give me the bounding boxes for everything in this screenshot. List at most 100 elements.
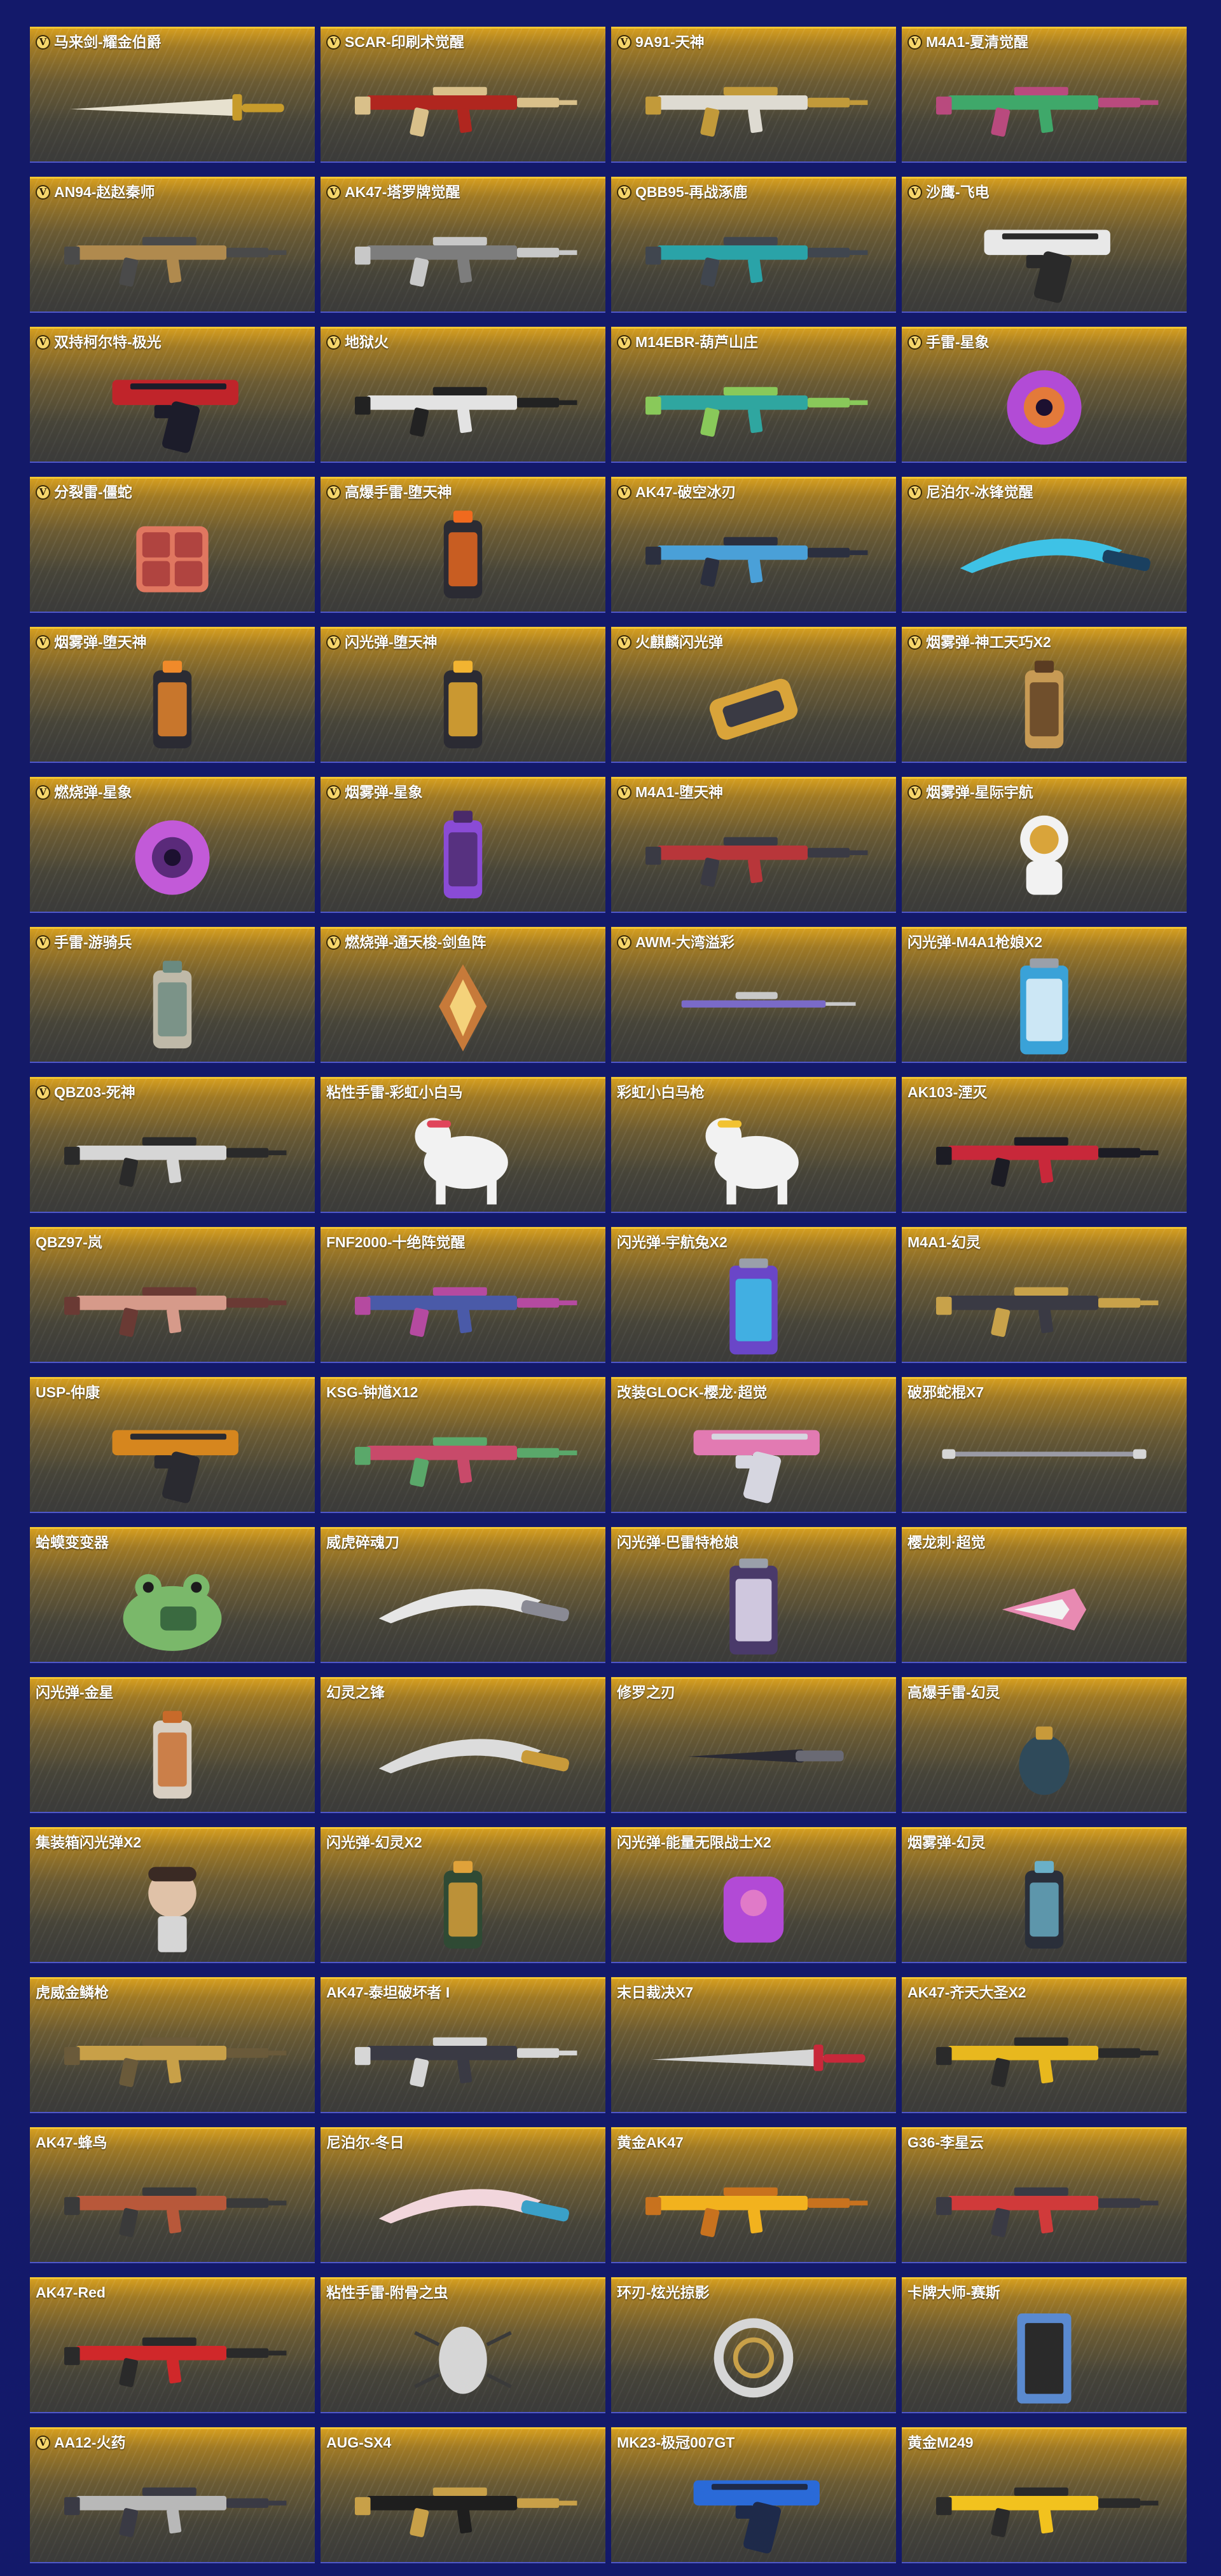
- item-card[interactable]: 闪光弹-巴雷特枪娘: [611, 1527, 896, 1663]
- item-name: 尼泊尔-冰锋觉醒: [926, 484, 1033, 500]
- item-name: 卡牌大师-赛斯: [907, 2284, 1000, 2301]
- item-card[interactable]: AK47-泰坦破坏者 I: [321, 1977, 605, 2113]
- item-card[interactable]: V QBZ03-死神: [30, 1077, 315, 1213]
- item-card[interactable]: V AK47-破空冰刃: [611, 477, 896, 613]
- item-card[interactable]: V 手雷-游骑兵: [30, 927, 315, 1063]
- item-card[interactable]: 粘性手雷-附骨之虫: [321, 2277, 605, 2413]
- sword-icon: [30, 50, 315, 161]
- v-badge-icon: V: [617, 184, 631, 200]
- item-card[interactable]: V 手雷-星象: [902, 327, 1187, 463]
- item-card[interactable]: 修罗之刃: [611, 1677, 896, 1813]
- item-title: V SCAR-印刷术觉醒: [326, 34, 464, 50]
- item-card[interactable]: V AK47-塔罗牌觉醒: [321, 177, 605, 313]
- item-card[interactable]: 末日裁决X7: [611, 1977, 896, 2113]
- item-card[interactable]: V SCAR-印刷术觉醒: [321, 27, 605, 163]
- item-card[interactable]: 黄金M249: [902, 2427, 1187, 2563]
- item-card[interactable]: USP-仲康: [30, 1377, 315, 1513]
- item-name: M4A1-堕天神: [635, 784, 724, 800]
- item-card[interactable]: V 燃烧弹-通天梭-剑鱼阵: [321, 927, 605, 1063]
- rifle-icon: [321, 350, 605, 462]
- pistol-icon: [611, 2451, 896, 2562]
- item-card[interactable]: 粘性手雷-彩虹小白马: [321, 1077, 605, 1213]
- item-card[interactable]: AK47-蜂鸟: [30, 2127, 315, 2263]
- item-card[interactable]: 幻灵之锋: [321, 1677, 605, 1813]
- item-card[interactable]: V 地狱火: [321, 327, 605, 463]
- card-icon: [902, 2301, 1187, 2412]
- item-card[interactable]: KSG-钟馗X12: [321, 1377, 605, 1513]
- blade-icon: [321, 1701, 605, 1812]
- item-card[interactable]: MK23-极冠007GT: [611, 2427, 896, 2563]
- item-card[interactable]: V 火麒麟闪光弹: [611, 627, 896, 763]
- item-card[interactable]: V 烟雾弹-神工天巧X2: [902, 627, 1187, 763]
- item-title: FNF2000-十绝阵觉醒: [326, 1234, 466, 1250]
- knife-icon: [611, 1701, 896, 1812]
- item-title: V M4A1-夏清觉醒: [907, 34, 1028, 50]
- item-card[interactable]: 闪光弹-能量无限战士X2: [611, 1827, 896, 1963]
- item-card[interactable]: 改装GLOCK-樱龙·超觉: [611, 1377, 896, 1513]
- item-card[interactable]: V 烟雾弹-星际宇航: [902, 777, 1187, 913]
- item-name: 闪光弹-M4A1枪娘X2: [907, 934, 1043, 950]
- item-title: 高爆手雷-幻灵: [907, 1684, 1000, 1701]
- item-card[interactable]: 破邪蛇棍X7: [902, 1377, 1187, 1513]
- item-card[interactable]: V 分裂雷-僵蛇: [30, 477, 315, 613]
- item-card[interactable]: 樱龙刺·超觉: [902, 1527, 1187, 1663]
- item-card[interactable]: V AA12-火药: [30, 2427, 315, 2563]
- item-name: 手雷-星象: [926, 334, 990, 350]
- item-card[interactable]: AK47-齐天大圣X2: [902, 1977, 1187, 2113]
- item-card[interactable]: V 9A91-天神: [611, 27, 896, 163]
- item-card[interactable]: 高爆手雷-幻灵: [902, 1677, 1187, 1813]
- item-card[interactable]: 闪光弹-金星: [30, 1677, 315, 1813]
- item-card[interactable]: AK103-湮灭: [902, 1077, 1187, 1213]
- item-card[interactable]: V AN94-赵赵秦师: [30, 177, 315, 313]
- item-card[interactable]: 卡牌大师-赛斯: [902, 2277, 1187, 2413]
- item-card[interactable]: 环刃-炫光掠影: [611, 2277, 896, 2413]
- item-title: V 高爆手雷-堕天神: [326, 484, 452, 500]
- item-card[interactable]: 烟雾弹-幻灵: [902, 1827, 1187, 1963]
- item-card[interactable]: V 燃烧弹-星象: [30, 777, 315, 913]
- item-card[interactable]: V AWM-大湾溢彩: [611, 927, 896, 1063]
- item-card[interactable]: 彩虹小白马枪: [611, 1077, 896, 1213]
- item-card[interactable]: V 马来剑-耀金伯爵: [30, 27, 315, 163]
- item-card[interactable]: V M4A1-夏清觉醒: [902, 27, 1187, 163]
- item-name: 烟雾弹-星象: [345, 784, 423, 800]
- item-card[interactable]: V 烟雾弹-星象: [321, 777, 605, 913]
- item-card[interactable]: V 尼泊尔-冰锋觉醒: [902, 477, 1187, 613]
- item-card[interactable]: V QBB95-再战涿鹿: [611, 177, 896, 313]
- item-title: V 马来剑-耀金伯爵: [36, 34, 162, 50]
- item-card[interactable]: AUG-SX4: [321, 2427, 605, 2563]
- item-card[interactable]: G36-李星云: [902, 2127, 1187, 2263]
- item-card[interactable]: V 高爆手雷-堕天神: [321, 477, 605, 613]
- item-card[interactable]: V 闪光弹-堕天神: [321, 627, 605, 763]
- item-name: 尼泊尔-冬日: [326, 2134, 404, 2151]
- item-card[interactable]: 闪光弹-M4A1枪娘X2: [902, 927, 1187, 1063]
- item-title: AK47-泰坦破坏者 I: [326, 1984, 450, 2001]
- item-card[interactable]: 虎威金鳞枪: [30, 1977, 315, 2113]
- v-badge-icon: V: [326, 334, 341, 350]
- item-card[interactable]: V M4A1-堕天神: [611, 777, 896, 913]
- item-card[interactable]: AK47-Red: [30, 2277, 315, 2413]
- item-card[interactable]: 闪光弹-幻灵X2: [321, 1827, 605, 1963]
- item-card[interactable]: V 双持柯尔特-极光: [30, 327, 315, 463]
- canister-icon: [30, 650, 315, 762]
- v-badge-icon: V: [617, 34, 631, 50]
- rifle-icon: [611, 800, 896, 912]
- item-card[interactable]: 集装箱闪光弹X2: [30, 1827, 315, 1963]
- item-card[interactable]: QBZ97-岚: [30, 1227, 315, 1363]
- item-name: 闪光弹-堕天神: [345, 634, 438, 650]
- item-card[interactable]: FNF2000-十绝阵觉醒: [321, 1227, 605, 1363]
- item-card[interactable]: 蛤蟆变变器: [30, 1527, 315, 1663]
- v-badge-icon: V: [36, 484, 50, 500]
- item-name: USP-仲康: [36, 1384, 100, 1401]
- item-title: 樱龙刺·超觉: [907, 1534, 986, 1551]
- item-card[interactable]: V 烟雾弹-堕天神: [30, 627, 315, 763]
- item-card[interactable]: M4A1-幻灵: [902, 1227, 1187, 1363]
- v-badge-icon: V: [326, 184, 341, 200]
- item-title: V 手雷-星象: [907, 334, 990, 350]
- item-card[interactable]: 尼泊尔-冬日: [321, 2127, 605, 2263]
- item-title: 闪光弹-能量无限战士X2: [617, 1834, 771, 1851]
- item-card[interactable]: 黄金AK47: [611, 2127, 896, 2263]
- item-card[interactable]: V M14EBR-葫芦山庄: [611, 327, 896, 463]
- item-card[interactable]: V 沙鹰-飞电: [902, 177, 1187, 313]
- item-card[interactable]: 闪光弹-宇航兔X2: [611, 1227, 896, 1363]
- item-card[interactable]: 威虎碎魂刀: [321, 1527, 605, 1663]
